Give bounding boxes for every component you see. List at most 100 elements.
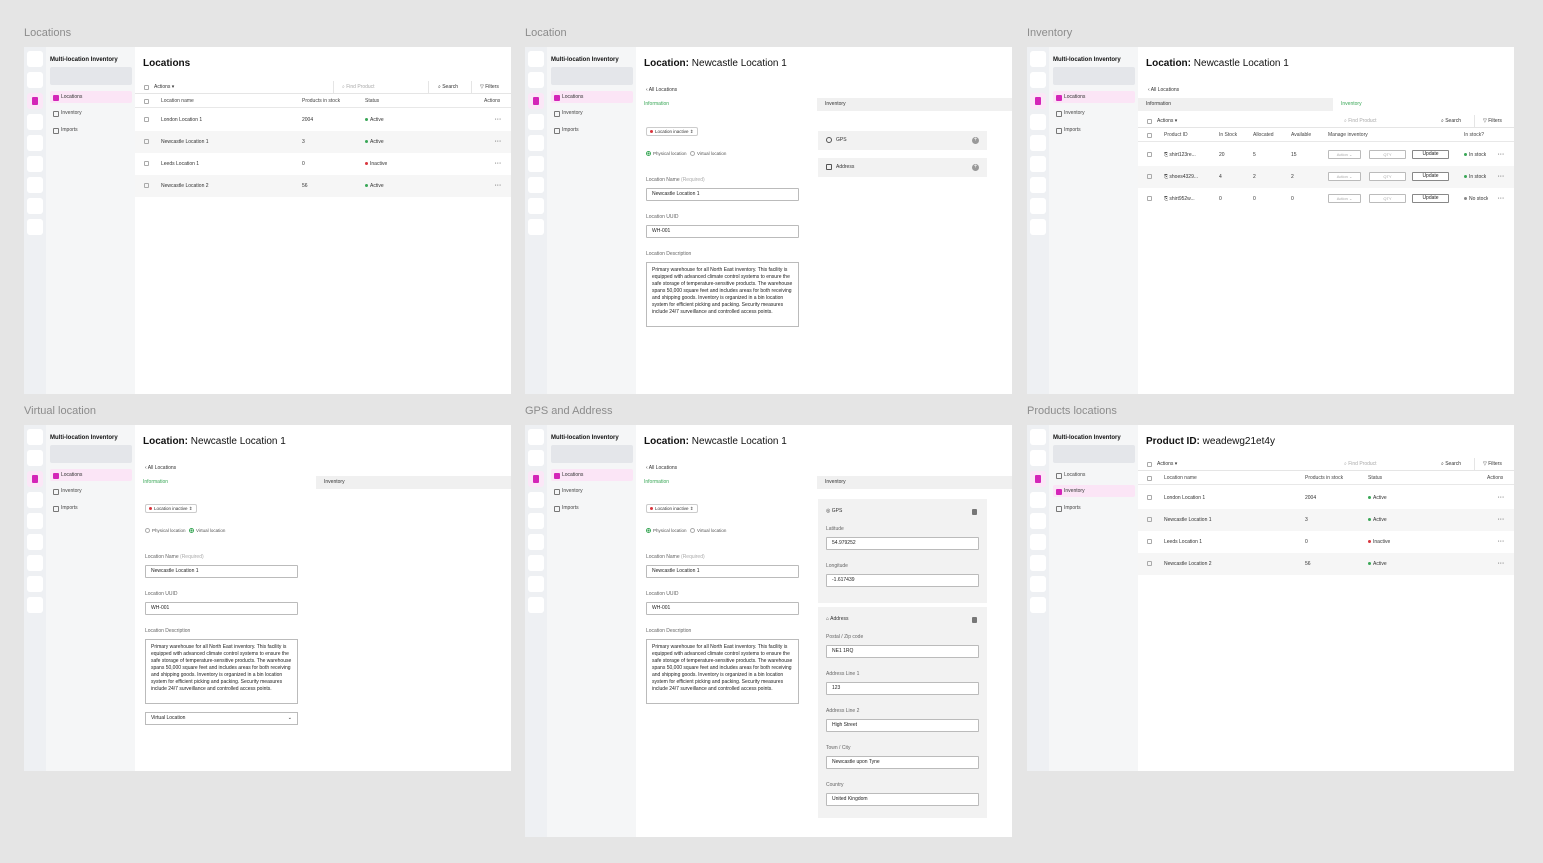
longitude-input[interactable]: -1.617439	[826, 574, 979, 587]
action-select[interactable]: Action ⌄	[1328, 150, 1361, 159]
row-more-icon[interactable]: ···	[495, 131, 502, 153]
rail-icon[interactable]	[528, 135, 544, 151]
rail-icon[interactable]	[528, 555, 544, 571]
rail-icon[interactable]	[27, 534, 43, 550]
qty-input[interactable]: QTY	[1369, 150, 1406, 159]
rail-icon[interactable]	[528, 597, 544, 613]
rail-icon[interactable]	[1030, 198, 1046, 214]
find-product-input[interactable]: ⌕ Find Product	[1336, 458, 1432, 471]
row-more-icon[interactable]: ···	[1498, 487, 1505, 509]
trash-icon[interactable]	[972, 617, 977, 623]
actions-dropdown[interactable]: Actions ▾	[1157, 115, 1177, 128]
row-more-icon[interactable]: ···	[1498, 144, 1505, 166]
rail-icon[interactable]	[27, 114, 43, 130]
location-name-input[interactable]: Newcastle Location 1	[646, 565, 799, 578]
sidebar-item-imports[interactable]: Imports	[551, 502, 633, 514]
rail-icon[interactable]	[1030, 114, 1046, 130]
rail-icon[interactable]	[1030, 135, 1046, 151]
rail-icon[interactable]	[27, 219, 43, 235]
add-icon[interactable]: +	[972, 164, 979, 171]
filters-button[interactable]: ▽ Filters	[1474, 115, 1502, 128]
tab-information[interactable]: Information	[636, 476, 817, 489]
rail-icon[interactable]	[528, 450, 544, 466]
filters-button[interactable]: ▽ Filters	[471, 81, 499, 94]
rail-icon[interactable]	[1030, 492, 1046, 508]
location-name-input[interactable]: Newcastle Location 1	[646, 188, 799, 201]
row-more-icon[interactable]: ···	[1498, 166, 1505, 188]
rail-icon[interactable]	[27, 198, 43, 214]
table-row[interactable]: Leeds Location 1 0 Inactive ···	[1138, 531, 1514, 553]
search-button[interactable]: ⌕ Search	[1441, 458, 1461, 471]
header-checkbox[interactable]	[1147, 476, 1152, 481]
sidebar-item-imports[interactable]: Imports	[1053, 502, 1135, 514]
radio-virtual[interactable]: Virtual location	[690, 528, 726, 534]
sidebar-item-inventory[interactable]: Inventory	[551, 107, 633, 119]
addr1-input[interactable]: 123	[826, 682, 979, 695]
sidebar-item-locations[interactable]: Locations	[50, 469, 132, 481]
rail-icon[interactable]	[27, 513, 43, 529]
table-row[interactable]: ⎘ shirt952w... 0 0 0 Action ⌄ QTY Update…	[1138, 188, 1514, 210]
row-checkbox[interactable]	[144, 117, 149, 122]
rail-icon-active[interactable]	[528, 93, 544, 109]
table-row[interactable]: London Location 1 2004 Active ···	[1138, 487, 1514, 509]
radio-physical[interactable]: Physical location	[646, 528, 687, 534]
tab-information[interactable]: Information	[636, 98, 817, 111]
rail-icon[interactable]	[1030, 72, 1046, 88]
rail-icon[interactable]	[1030, 576, 1046, 592]
rail-icon[interactable]	[528, 219, 544, 235]
rail-icon[interactable]	[1030, 555, 1046, 571]
row-checkbox[interactable]	[1147, 174, 1152, 179]
sidebar-search-block[interactable]	[1053, 67, 1135, 85]
table-row[interactable]: ⎘ shoes4329... 4 2 2 Action ⌄ QTY Update…	[1138, 166, 1514, 188]
table-row[interactable]: Newcastle Location 1 3 Active ···	[1138, 509, 1514, 531]
sidebar-search-block[interactable]	[50, 445, 132, 463]
tab-inventory[interactable]: Inventory	[817, 98, 1012, 111]
table-row[interactable]: Newcastle Location 1 3 Active ···	[135, 131, 511, 153]
uuid-input[interactable]: WH-001	[145, 602, 298, 615]
row-more-icon[interactable]: ···	[495, 109, 502, 131]
rail-icon[interactable]	[27, 177, 43, 193]
rail-icon[interactable]	[27, 135, 43, 151]
rail-icon[interactable]	[1030, 219, 1046, 235]
row-checkbox[interactable]	[144, 139, 149, 144]
table-row[interactable]: London Location 1 2004 Active ···	[135, 109, 511, 131]
latitude-input[interactable]: 54.979252	[826, 537, 979, 550]
row-more-icon[interactable]: ···	[1498, 553, 1505, 575]
rail-icon[interactable]	[528, 51, 544, 67]
find-product-input[interactable]: ⌕ Find Product	[333, 81, 429, 94]
back-link[interactable]: ‹ All Locations	[646, 87, 677, 93]
back-link[interactable]: ‹ All Locations	[646, 465, 677, 471]
actions-dropdown[interactable]: Actions ▾	[1157, 458, 1177, 471]
row-checkbox[interactable]	[1147, 517, 1152, 522]
row-more-icon[interactable]: ···	[495, 175, 502, 197]
rail-icon[interactable]	[528, 177, 544, 193]
rail-icon-active[interactable]	[1030, 471, 1046, 487]
rail-icon[interactable]	[1030, 513, 1046, 529]
rail-icon[interactable]	[1030, 156, 1046, 172]
filters-button[interactable]: ▽ Filters	[1474, 458, 1502, 471]
country-input[interactable]: United Kingdom	[826, 793, 979, 806]
uuid-input[interactable]: WH-001	[646, 225, 799, 238]
sidebar-item-imports[interactable]: Imports	[1053, 124, 1135, 136]
search-button[interactable]: ⌕ Search	[438, 81, 458, 94]
tab-inventory[interactable]: Inventory	[817, 476, 1012, 489]
status-badge[interactable]: Location inactive ⇕	[646, 504, 698, 513]
qty-input[interactable]: QTY	[1369, 172, 1406, 181]
status-badge[interactable]: Location inactive ⇕	[145, 504, 197, 513]
rail-icon-active[interactable]	[27, 93, 43, 109]
sidebar-search-block[interactable]	[1053, 445, 1135, 463]
add-icon[interactable]: +	[972, 137, 979, 144]
rail-icon[interactable]	[1030, 597, 1046, 613]
row-more-icon[interactable]: ···	[1498, 509, 1505, 531]
row-checkbox[interactable]	[144, 183, 149, 188]
rail-icon[interactable]	[528, 156, 544, 172]
sidebar-item-inventory[interactable]: Inventory	[551, 485, 633, 497]
table-row[interactable]: ⎘ shirt123re... 20 5 15 Action ⌄ QTY Upd…	[1138, 144, 1514, 166]
sidebar-item-locations[interactable]: Locations	[50, 91, 132, 103]
action-select[interactable]: Action ⌄	[1328, 194, 1361, 203]
sidebar-item-inventory[interactable]: Inventory	[1053, 485, 1135, 497]
rail-icon[interactable]	[528, 198, 544, 214]
row-checkbox[interactable]	[1147, 196, 1152, 201]
sidebar-item-imports[interactable]: Imports	[50, 124, 132, 136]
address-card[interactable]: Address +	[818, 158, 987, 177]
